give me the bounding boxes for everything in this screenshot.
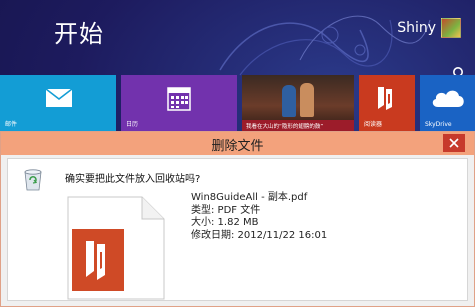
cloud-icon xyxy=(432,90,464,107)
tile-reader[interactable]: 阅读器 xyxy=(359,75,415,131)
user-name: Shiny xyxy=(397,20,436,36)
tile-label-calendar: 日历 xyxy=(126,121,139,128)
tile-label-mail: 邮件 xyxy=(5,121,18,128)
reader-icon xyxy=(378,87,392,110)
file-details: Win8GuideAll - 副本.pdf 类型: PDF 文件 大小: 1.8… xyxy=(191,192,327,242)
photo-caption: 我看在大山的“隐形的翅膀的鼓” xyxy=(242,120,354,131)
user-account[interactable]: Shiny xyxy=(397,18,461,38)
file-modified: 修改日期: 2012/11/22 16:01 xyxy=(191,229,328,241)
pdf-file-icon xyxy=(67,196,165,300)
file-size: 大小: 1.82 MB xyxy=(191,217,259,228)
tile-label-reader: 阅读器 xyxy=(364,121,383,128)
tile-label-skydrive: SkyDrive xyxy=(425,121,452,128)
calendar-icon xyxy=(167,87,191,111)
mail-icon xyxy=(45,88,73,107)
confirm-question: 确实要把此文件放入回收站吗? xyxy=(65,174,201,185)
recycle-bin-icon xyxy=(24,169,42,191)
tile-mail[interactable]: 邮件 xyxy=(0,75,116,131)
start-title: 开始 xyxy=(54,20,104,48)
delete-file-dialog: 删除文件 确实要把此文件放入回收站吗? Win8GuideAll - 副本.pd… xyxy=(0,131,475,307)
tile-calendar[interactable]: 日历 xyxy=(121,75,237,131)
tile-photo-news[interactable]: 我看在大山的“隐形的翅膀的鼓” xyxy=(242,75,354,131)
file-name: Win8GuideAll - 副本.pdf xyxy=(191,192,308,203)
close-icon xyxy=(449,138,459,148)
dialog-content: 确实要把此文件放入回收站吗? Win8GuideAll - 副本.pdf 类型:… xyxy=(7,158,468,301)
tile-skydrive[interactable]: SkyDrive xyxy=(420,75,475,131)
dialog-titlebar[interactable]: 删除文件 xyxy=(1,132,474,155)
file-type: 类型: PDF 文件 xyxy=(191,204,261,216)
dialog-title: 删除文件 xyxy=(211,139,264,154)
close-button[interactable] xyxy=(443,134,465,152)
avatar xyxy=(441,18,461,38)
